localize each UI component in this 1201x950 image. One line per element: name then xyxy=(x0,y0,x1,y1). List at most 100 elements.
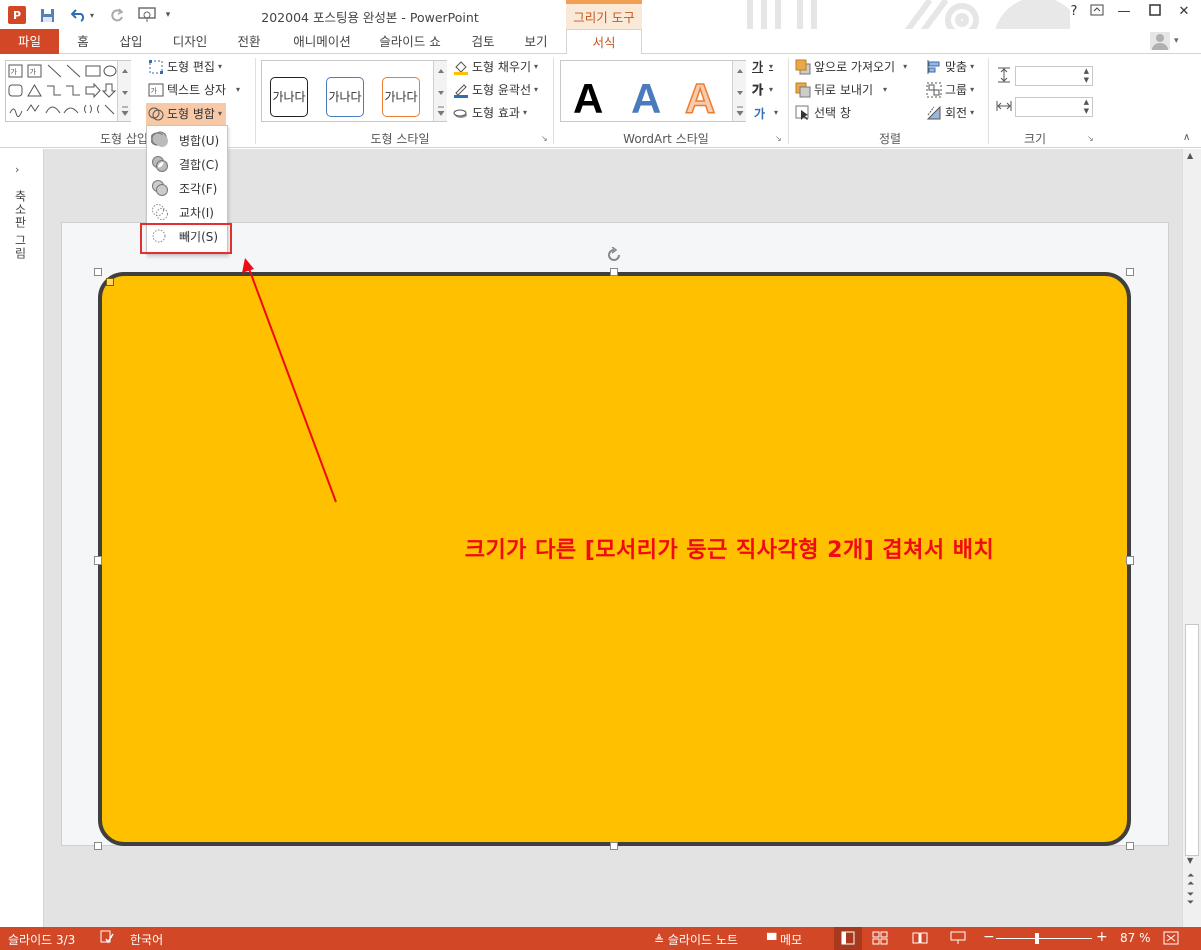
wordart-style-2[interactable]: A xyxy=(631,75,661,123)
zoom-slider[interactable] xyxy=(996,933,1092,944)
wordart-style-1[interactable]: A xyxy=(573,75,603,123)
width-spinner-icon[interactable]: ▲ ▼ xyxy=(1084,98,1089,116)
tab-animations[interactable]: 애니메이션 xyxy=(282,29,362,54)
dialog-launcher-icon[interactable]: ↘ xyxy=(1087,134,1094,143)
menu-item-fragment[interactable]: 조각(F) xyxy=(147,177,227,199)
shape-width-input[interactable]: ▲ ▼ xyxy=(1015,97,1093,117)
group-separator xyxy=(788,58,789,144)
shape-style-swatch-3[interactable]: 가나다 xyxy=(382,77,420,117)
collapse-ribbon-icon[interactable]: ∧ xyxy=(1183,132,1190,143)
resize-handle-bottom-left[interactable] xyxy=(94,842,102,850)
minimize-button[interactable]: — xyxy=(1112,4,1136,26)
resize-handle-left[interactable] xyxy=(94,556,102,565)
shape-gallery[interactable]: 가 가 xyxy=(5,60,131,122)
shape-effects-icon xyxy=(453,105,469,121)
vertical-scrollbar[interactable]: ▲ ▼ ⏶ ⏶ ⏷ ⏷ xyxy=(1182,149,1201,927)
shape-fill-button[interactable]: 도형 채우기 ▾ xyxy=(453,57,538,77)
shape-style-swatch-1[interactable]: 가나다 xyxy=(270,77,308,117)
gallery-scroll[interactable] xyxy=(732,61,746,121)
wordart-gallery[interactable]: A A A xyxy=(560,60,746,123)
selection-pane-button[interactable]: 선택 창 xyxy=(795,103,851,123)
resize-handle-bottom-right[interactable] xyxy=(1126,842,1134,850)
tab-format[interactable]: 서식 xyxy=(566,29,642,55)
rotate-button[interactable]: 회전 ▾ xyxy=(926,103,974,123)
bring-forward-button[interactable]: 앞으로 가져오기 ▾ xyxy=(795,57,907,77)
resize-handle-bottom[interactable] xyxy=(610,842,618,850)
language-indicator[interactable]: 한국어 xyxy=(130,931,163,948)
next-slide-icon[interactable]: ⏷ ⏷ xyxy=(1187,891,1194,908)
text-outline-button[interactable]: 가 ▾ xyxy=(751,80,773,100)
gallery-scroll[interactable] xyxy=(117,61,131,121)
rotate-handle-icon[interactable] xyxy=(606,246,622,263)
resize-handle-right[interactable] xyxy=(1126,556,1134,565)
zoom-in-button[interactable]: + xyxy=(1096,929,1108,945)
zoom-slider-thumb[interactable] xyxy=(1035,933,1040,944)
slide-sorter-icon[interactable] xyxy=(872,931,888,948)
user-avatar[interactable] xyxy=(1150,32,1170,50)
merge-shapes-button[interactable]: 도형 병합 ▾ xyxy=(146,103,226,125)
comments-button[interactable]: ▀ 메모 xyxy=(767,931,802,948)
tab-design[interactable]: 디자인 xyxy=(162,29,218,54)
dialog-launcher-icon[interactable]: ↘ xyxy=(775,134,782,143)
send-backward-button[interactable]: 뒤로 보내기 ▾ xyxy=(795,80,887,100)
tab-file[interactable]: 파일 xyxy=(0,29,59,54)
svg-text:가: 가 xyxy=(754,106,765,121)
tab-slideshow[interactable]: 슬라이드 쇼 xyxy=(372,29,448,54)
normal-view-button[interactable] xyxy=(834,927,862,950)
chevron-down-icon: ▾ xyxy=(883,85,888,94)
fit-to-window-icon[interactable] xyxy=(1163,931,1179,948)
tab-home[interactable]: 홈 xyxy=(68,29,98,54)
text-effects-button[interactable]: 가 ▾ xyxy=(752,103,778,123)
zoom-level[interactable]: 87 % xyxy=(1120,931,1151,945)
tab-review[interactable]: 검토 xyxy=(460,29,506,54)
edit-shape-button[interactable]: 도형 편집 ▾ xyxy=(148,57,222,77)
shape-outline-button[interactable]: 도형 윤곽선 ▾ xyxy=(453,80,538,100)
account-dropdown-icon[interactable]: ▾ xyxy=(1174,36,1179,46)
shape-style-gallery[interactable]: 가나다 가나다 가나다 xyxy=(261,60,447,122)
dialog-launcher-icon[interactable]: ↘ xyxy=(541,134,548,143)
menu-item-intersect[interactable]: 교차(I) xyxy=(147,201,227,223)
slideshow-view-icon[interactable] xyxy=(950,931,966,948)
text-fill-button[interactable]: 가 ▾ xyxy=(752,57,773,77)
align-button[interactable]: 맞춤 ▾ xyxy=(926,57,974,77)
align-icon xyxy=(926,59,942,75)
tab-insert[interactable]: 삽입 xyxy=(110,29,152,54)
bring-forward-icon xyxy=(795,59,811,75)
shape-height-input[interactable]: ▲ ▼ xyxy=(1015,66,1093,86)
menu-item-combine[interactable]: 결합(C) xyxy=(147,153,227,175)
shape-style-swatch-2[interactable]: 가나다 xyxy=(326,77,364,117)
maximize-button[interactable] xyxy=(1143,4,1167,26)
shape-effects-button[interactable]: 도형 효과 ▾ xyxy=(453,103,527,123)
gallery-scroll[interactable] xyxy=(433,61,447,121)
close-button[interactable]: ✕ xyxy=(1172,4,1196,26)
spellcheck-icon[interactable] xyxy=(100,930,114,947)
tab-transitions[interactable]: 전환 xyxy=(228,29,270,54)
bring-forward-label: 앞으로 가져오기 xyxy=(814,60,896,74)
tab-view[interactable]: 보기 xyxy=(515,29,557,54)
resize-handle-top-right[interactable] xyxy=(1126,268,1134,276)
text-box-label: 텍스트 상자 xyxy=(167,83,227,97)
reading-view-icon[interactable] xyxy=(912,931,928,948)
zoom-out-button[interactable]: − xyxy=(983,929,995,945)
group-button[interactable]: 그룹 ▾ xyxy=(926,80,974,100)
scroll-down-icon[interactable]: ▼ xyxy=(1187,856,1193,865)
scroll-thumb[interactable] xyxy=(1185,624,1199,856)
status-bar: 슬라이드 3/3 한국어 ≜ 슬라이드 노트 ▀ 메모 − + 87 % xyxy=(0,927,1201,950)
ribbon-display-options-icon[interactable] xyxy=(1085,4,1109,26)
text-box-button[interactable]: 가 텍스트 상자 ▾ xyxy=(148,80,240,100)
chevron-down-icon: ▾ xyxy=(774,108,779,117)
scroll-up-icon[interactable]: ▲ xyxy=(1187,151,1193,160)
previous-slide-icon[interactable]: ⏶ ⏶ xyxy=(1187,872,1194,889)
help-button[interactable]: ? xyxy=(1062,4,1086,26)
intersect-label: 교차(I) xyxy=(179,205,214,220)
resize-handle-top[interactable] xyxy=(610,268,618,276)
resize-handle-top-left[interactable] xyxy=(94,268,102,276)
expand-thumbnails-icon[interactable]: › xyxy=(15,163,19,176)
corner-adjust-handle[interactable] xyxy=(106,278,114,286)
menu-item-union[interactable]: 병합(U) xyxy=(147,129,227,151)
notes-button[interactable]: ≜ 슬라이드 노트 xyxy=(654,931,738,948)
paint-bucket-icon xyxy=(453,59,469,75)
shapes-icon[interactable]: 가 가 xyxy=(6,61,118,121)
height-spinner-icon[interactable]: ▲ ▼ xyxy=(1084,67,1089,85)
wordart-style-3[interactable]: A xyxy=(684,74,716,123)
